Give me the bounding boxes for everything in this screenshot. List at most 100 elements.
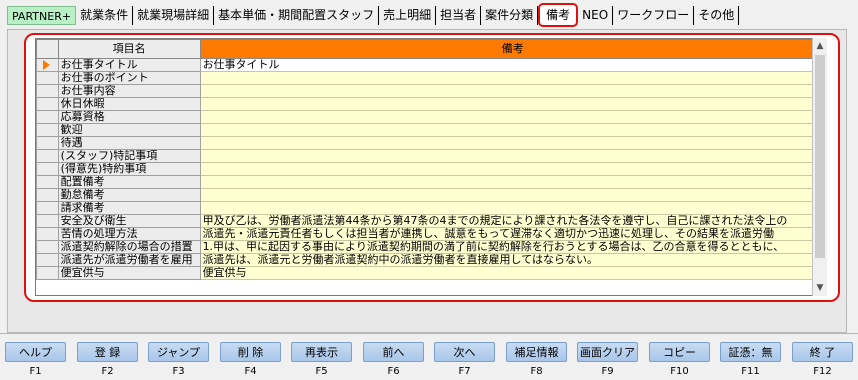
function-key-f5: 再表示 F5	[291, 342, 352, 379]
row-remarks-text: 派遣先は、派遣元と労働者派遣契約中の派遣労働者を直接雇用してはならない。	[202, 253, 599, 266]
footer-divider	[0, 333, 858, 334]
grid-row[interactable]: 待遇	[36, 136, 826, 150]
grid-row[interactable]: 歓迎	[36, 123, 826, 137]
row-item-name: 派遣契約解除の場合の措置	[57, 240, 201, 254]
tab-10[interactable]: その他	[694, 6, 740, 25]
fkey-button-f7[interactable]: 次へ	[434, 342, 495, 362]
tab-2[interactable]: 就業現場詳細	[133, 6, 215, 25]
grid-row[interactable]: お仕事内容	[36, 84, 826, 98]
row-indicator[interactable]	[36, 266, 59, 280]
scroll-up-arrow-icon[interactable]: ▲	[813, 38, 827, 54]
row-item-name: 苦情の処理方法	[57, 227, 201, 241]
row-indicator[interactable]	[36, 58, 59, 72]
row-remarks-cell[interactable]	[199, 175, 826, 189]
fkey-button-f8[interactable]: 補足情報	[506, 342, 567, 362]
row-remarks-cell[interactable]	[199, 123, 826, 137]
grid-row[interactable]: (得意先)特約事項	[36, 162, 826, 176]
row-item-name: 便宜供与	[57, 266, 201, 280]
column-header-remarks: 備考	[199, 39, 826, 59]
grid-row[interactable]: 請求備考	[36, 201, 826, 215]
row-item-name: 派遣先が派遣労働者を雇用	[57, 253, 201, 267]
row-indicator[interactable]	[36, 227, 59, 241]
row-remarks-cell[interactable]: 派遣先は、派遣元と労働者派遣契約中の派遣労働者を直接雇用してはならない。	[199, 253, 826, 267]
row-indicator[interactable]	[36, 201, 59, 215]
row-remarks-cell[interactable]: 派遣先・派遣元責任者もしくは担当者が連携し、誠意をもって遅滞なく適切かつ迅速に処…	[199, 227, 826, 241]
row-indicator[interactable]	[36, 175, 59, 189]
fkey-button-f9[interactable]: 画面クリア	[577, 342, 638, 362]
row-indicator[interactable]	[36, 162, 59, 176]
row-remarks-cell[interactable]	[199, 149, 826, 163]
function-key-f3: ジャンプ F3	[148, 342, 209, 379]
function-key-bar: ヘルプ F1 登 録 F2 ジャンプ F3 削 除 F4 再表示 F5 前へ F6 次へ F7 補足情報 F8…	[0, 342, 858, 380]
row-indicator[interactable]	[36, 240, 59, 254]
fkey-button-f6[interactable]: 前へ	[363, 342, 424, 362]
tab-8[interactable]: NEO	[578, 6, 614, 25]
grid-row[interactable]: 勤怠備考	[36, 188, 826, 202]
row-remarks-cell[interactable]	[199, 162, 826, 176]
function-key-f2: 登 録 F2	[77, 342, 138, 379]
grid-row[interactable]: お仕事タイトル お仕事タイトル	[36, 58, 826, 72]
grid-row[interactable]: 便宜供与 便宜供与	[36, 266, 826, 280]
grid-row[interactable]: お仕事のポイント	[36, 71, 826, 85]
row-remarks-cell[interactable]: 便宜供与	[199, 266, 826, 280]
row-indicator[interactable]	[36, 97, 59, 111]
tab-0[interactable]: PARTNER+	[7, 6, 77, 25]
row-remarks-cell[interactable]: お仕事タイトル	[199, 58, 826, 72]
fkey-label-f11: F11	[741, 366, 760, 377]
fkey-button-f11[interactable]: 証憑：無	[720, 342, 781, 362]
tab-3[interactable]: 基本単価・期間配置スタッフ	[214, 6, 380, 25]
grid-row[interactable]: 休日休暇	[36, 97, 826, 111]
fkey-button-f10[interactable]: コピー	[649, 342, 710, 362]
row-remarks-cell[interactable]	[199, 110, 826, 124]
grid-vertical-scrollbar[interactable]: ▲ ▼	[812, 38, 827, 296]
fkey-button-f1[interactable]: ヘルプ	[5, 342, 66, 362]
row-indicator[interactable]	[36, 84, 59, 98]
fkey-button-f4[interactable]: 削 除	[220, 342, 281, 362]
tab-9[interactable]: ワークフロー	[613, 6, 695, 25]
row-remarks-cell[interactable]	[199, 97, 826, 111]
scroll-down-arrow-icon[interactable]: ▼	[813, 280, 827, 296]
row-indicator[interactable]	[36, 123, 59, 137]
tab-1[interactable]: 就業条件	[76, 6, 134, 25]
row-remarks-cell[interactable]	[199, 84, 826, 98]
tab-4[interactable]: 売上明細	[379, 6, 437, 25]
grid-row[interactable]: 派遣契約解除の場合の措置 1.甲は、甲に起因する事由により派遣契約期間の満了前に契…	[36, 240, 826, 254]
grid-row[interactable]: 苦情の処理方法 派遣先・派遣元責任者もしくは担当者が連携し、誠意をもって遅滞なく適…	[36, 227, 826, 241]
row-remarks-cell[interactable]	[199, 201, 826, 215]
scroll-thumb[interactable]	[815, 55, 825, 258]
row-item-name: お仕事タイトル	[57, 58, 201, 72]
grid-row[interactable]: (スタッフ)特記事項	[36, 149, 826, 163]
row-indicator[interactable]	[36, 149, 59, 163]
fkey-button-f3[interactable]: ジャンプ	[148, 342, 209, 362]
row-indicator[interactable]	[36, 188, 59, 202]
row-remarks-cell[interactable]	[199, 136, 826, 150]
row-remarks-cell[interactable]: 1.甲は、甲に起因する事由により派遣契約期間の満了前に契約解除を行おうとする場合…	[199, 240, 826, 254]
fkey-label-f2: F2	[101, 366, 114, 377]
fkey-label-f8: F8	[530, 366, 543, 377]
function-key-f7: 次へ F7	[434, 342, 495, 379]
grid-row[interactable]: 派遣先が派遣労働者を雇用 派遣先は、派遣元と労働者派遣契約中の派遣労働者を直接雇用…	[36, 253, 826, 267]
row-remarks-cell[interactable]	[199, 71, 826, 85]
row-remarks-cell[interactable]: 甲及び乙は、労働者派遣法第44条から第47条の4までの規定により課された各法令を…	[199, 214, 826, 228]
row-indicator[interactable]	[36, 214, 59, 228]
grid-row[interactable]: 配置備考	[36, 175, 826, 189]
tab-7[interactable]: 備考	[538, 3, 579, 27]
fkey-button-f5[interactable]: 再表示	[291, 342, 352, 362]
row-indicator[interactable]	[36, 110, 59, 124]
fkey-label-f3: F3	[172, 366, 185, 377]
tab-6[interactable]: 案件分類	[481, 6, 539, 25]
grid-row[interactable]: 応募資格	[36, 110, 826, 124]
function-key-f6: 前へ F6	[363, 342, 424, 379]
fkey-label-f9: F9	[601, 366, 614, 377]
tab-list: PARTNER+ 就業条件 就業現場詳細 基本単価・期間配置スタッフ 売上明細 担当者 案件…	[7, 3, 740, 27]
fkey-button-f2[interactable]: 登 録	[77, 342, 138, 362]
row-remarks-cell[interactable]	[199, 188, 826, 202]
row-indicator[interactable]	[36, 71, 59, 85]
fkey-button-f12[interactable]: 終 了	[792, 342, 853, 362]
row-indicator[interactable]	[36, 136, 59, 150]
grid-row[interactable]: 安全及び衛生 甲及び乙は、労働者派遣法第44条から第47条の4までの規定により課さ…	[36, 214, 826, 228]
function-key-f11: 証憑：無 F11	[720, 342, 781, 379]
row-indicator[interactable]	[36, 253, 59, 267]
function-key-f4: 削 除 F4	[220, 342, 281, 379]
tab-5[interactable]: 担当者	[436, 6, 482, 25]
